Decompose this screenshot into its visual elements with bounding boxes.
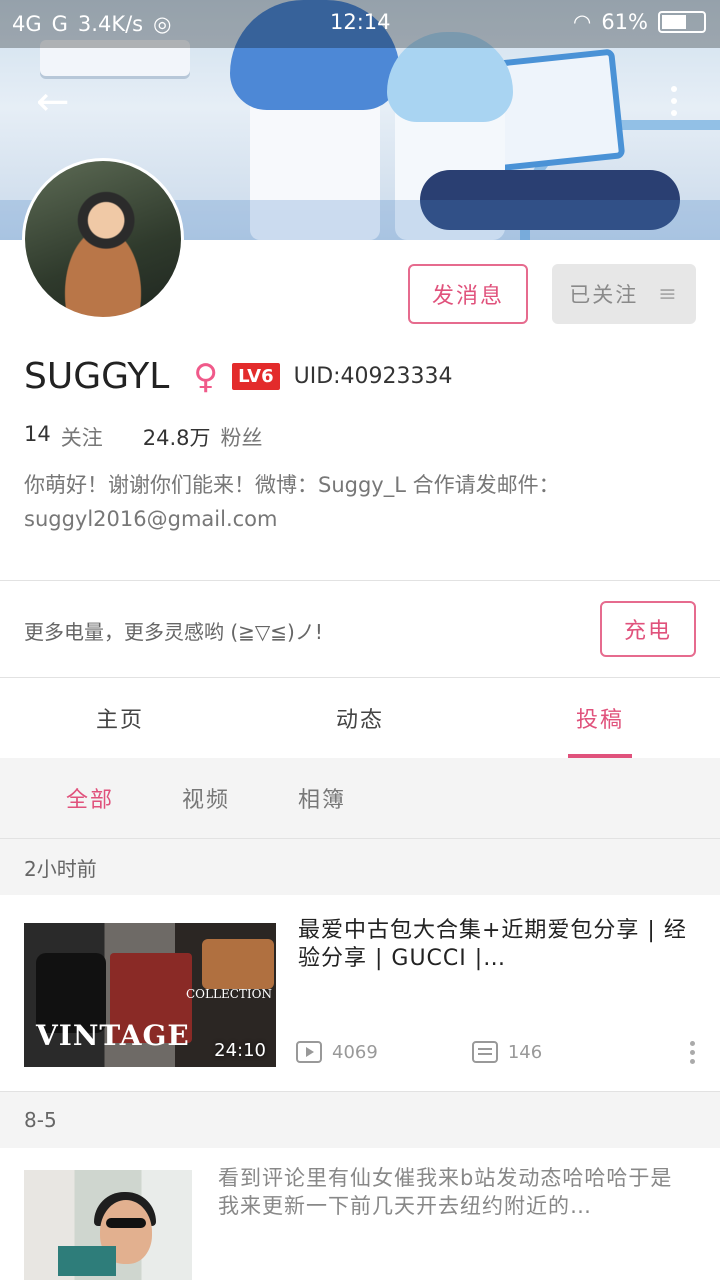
video-duration: 24:10	[214, 1040, 266, 1061]
charge-prompt: 更多电量，更多灵感哟 (≧▽≦)ノ!	[24, 620, 323, 644]
thumbnail-sub-text: COLLECTION	[186, 987, 272, 1001]
clock: 12:14	[330, 10, 391, 34]
name-row: SUGGYL ♀ LV6 UID:40923334	[24, 356, 453, 397]
charge-button[interactable]: 充电	[600, 601, 696, 657]
tab-dynamics[interactable]: 动态	[240, 678, 480, 758]
wechat-icon: ◎	[153, 12, 172, 36]
profile-tabs: 主页 动态 投稿	[0, 678, 720, 758]
followed-label: 已关注	[569, 283, 639, 307]
dynamic-item[interactable]: 看到评论里有仙女催我来b站发动态哈哈哈于是我来更新一下前几天开去纽约附近的…	[0, 1148, 720, 1280]
follow-stats: 14 关注 24.8万 粉丝	[24, 422, 293, 452]
following-label[interactable]: 关注	[61, 422, 103, 452]
status-bar: 4G G 3.4K/s ◎ 12:14 ◠ 61%	[0, 0, 720, 48]
bio-text: 你萌好！谢谢你们能来！微博：Suggy_L 合作请发邮件：suggyl2016@…	[24, 473, 560, 531]
subtab-video[interactable]: 视频	[182, 782, 230, 814]
subtab-album[interactable]: 相簿	[298, 782, 346, 814]
dynamic-text[interactable]: 看到评论里有仙女催我来b站发动态哈哈哈于是我来更新一下前几天开去纽约附近的…	[218, 1164, 688, 1220]
thumbnail-title-text: VINTAGE	[36, 1019, 190, 1052]
comment-count: 146	[507, 1041, 543, 1063]
tab-submissions[interactable]: 投稿	[480, 678, 720, 758]
comment-icon	[471, 1041, 498, 1063]
network-4g: 4G	[12, 12, 42, 36]
following-count[interactable]: 14	[24, 422, 51, 452]
level-badge: LV6	[232, 363, 280, 390]
play-count-icon	[296, 1041, 322, 1063]
video-stats: 4069 146	[296, 1041, 542, 1063]
menu-lines-icon: ≡	[658, 281, 679, 307]
section-time-header: 2小时前	[0, 839, 720, 895]
dynamic-thumbnail[interactable]	[24, 1170, 192, 1280]
back-arrow-icon[interactable]: ←	[36, 82, 76, 122]
tab-home[interactable]: 主页	[0, 678, 240, 758]
followed-button[interactable]: 已关注 ≡	[552, 264, 696, 324]
net-speed: 3.4K/s	[77, 12, 144, 36]
submission-filter: 全部 视频 相簿	[0, 758, 720, 838]
wifi-icon: ◠	[572, 10, 592, 34]
send-message-button[interactable]: 发消息	[408, 264, 528, 324]
battery-percent: 61%	[601, 10, 648, 34]
username: SUGGYL	[24, 356, 170, 397]
female-icon: ♀	[193, 356, 219, 397]
section-time-header: 8-5	[0, 1092, 720, 1148]
play-count: 4069	[332, 1041, 378, 1063]
video-thumbnail[interactable]: VINTAGE COLLECTION 24:10	[24, 923, 276, 1067]
uid-text: UID:40923334	[293, 364, 453, 389]
video-title[interactable]: 最爱中古包大合集+近期爱包分享 | 经验分享 | GUCCI |…	[298, 917, 694, 973]
subtab-all[interactable]: 全部	[66, 782, 114, 814]
network-g: G	[51, 12, 68, 36]
divider	[0, 580, 720, 581]
more-menu-icon[interactable]	[664, 84, 684, 120]
video-item[interactable]: VINTAGE COLLECTION 24:10 最爱中古包大合集+近期爱包分享…	[0, 895, 720, 1091]
battery-icon	[658, 11, 706, 33]
avatar[interactable]	[22, 158, 184, 320]
video-more-icon[interactable]	[690, 1041, 696, 1068]
fans-count[interactable]: 24.8万	[143, 422, 211, 452]
fans-label[interactable]: 粉丝	[221, 422, 263, 452]
